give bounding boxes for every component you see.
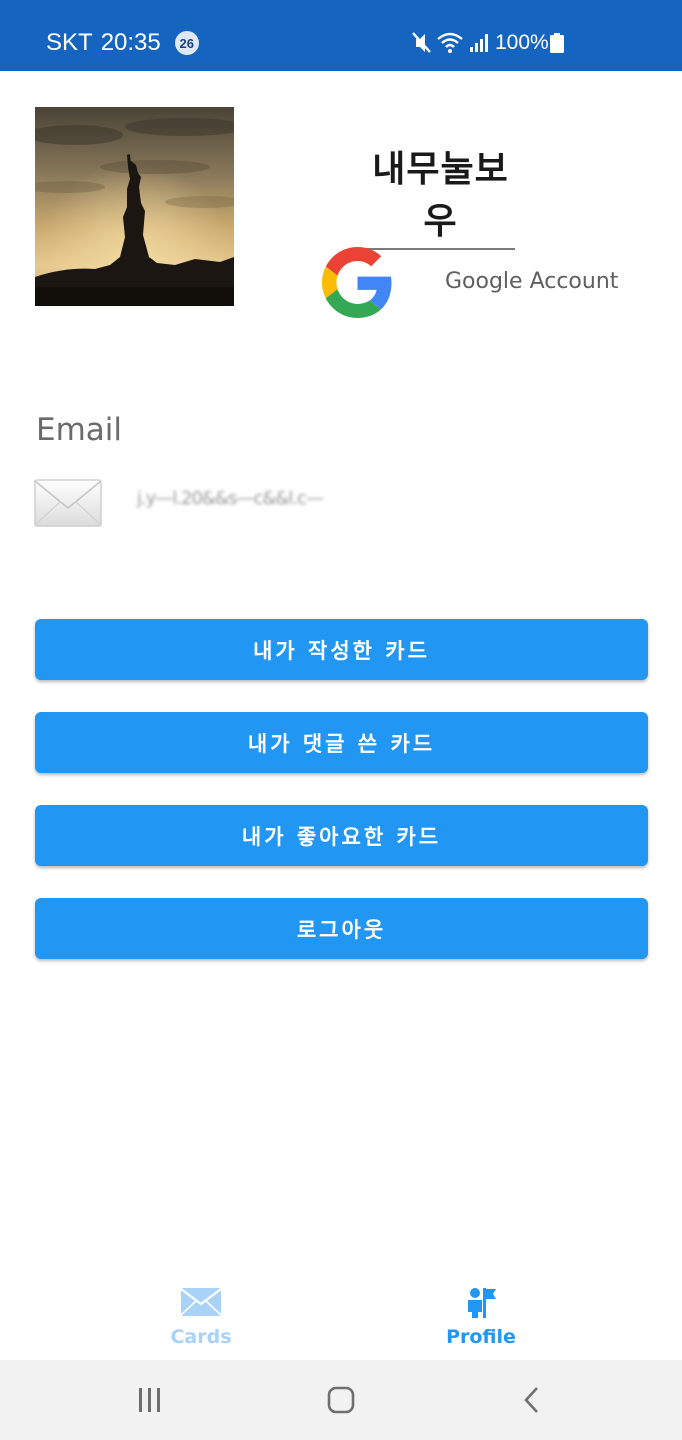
my-cards-button[interactable]: 내가 작성한 카드 (35, 619, 648, 680)
status-icons (412, 32, 488, 53)
back-icon[interactable] (522, 1386, 542, 1414)
home-icon[interactable] (327, 1386, 355, 1414)
profile-name: 내무눌보우 (366, 140, 515, 250)
notification-count-badge: 26 (174, 31, 199, 55)
tab-cards[interactable]: Cards (101, 1270, 301, 1360)
tab-profile[interactable]: Profile (381, 1270, 581, 1360)
tab-profile-label: Profile (446, 1326, 516, 1348)
system-navigation-bar (0, 1360, 682, 1440)
profile-avatar (35, 107, 234, 306)
bottom-navigation: Cards Profile (0, 1270, 682, 1360)
wifi-icon (437, 32, 463, 53)
email-value: j.y—l.20&&s—c&&l.c— (137, 488, 324, 509)
envelope-icon (180, 1288, 222, 1316)
commented-cards-button[interactable]: 내가 댓글 쓴 카드 (35, 712, 648, 773)
carrier-label: SKT (46, 29, 93, 56)
clock: 20:35 (100, 29, 161, 56)
google-icon (322, 247, 392, 318)
recents-icon[interactable] (137, 1386, 163, 1414)
battery-percent: 100% (495, 31, 549, 54)
google-account-label: Google Account (445, 269, 619, 294)
status-left: SKT 20:35 26 (46, 28, 199, 58)
tab-cards-label: Cards (170, 1326, 232, 1348)
logout-button[interactable]: 로그아웃 (35, 898, 648, 959)
email-heading: Email (36, 412, 123, 448)
mute-icon (412, 32, 431, 53)
liked-cards-button[interactable]: 내가 좋아요한 카드 (35, 805, 648, 866)
signal-icon (470, 34, 488, 52)
envelope-icon (34, 479, 102, 527)
statue-of-liberty-photo (35, 107, 234, 306)
status-bar: SKT 20:35 26 100% (0, 0, 682, 71)
person-flag-icon (468, 1288, 496, 1318)
battery-icon (550, 33, 564, 53)
